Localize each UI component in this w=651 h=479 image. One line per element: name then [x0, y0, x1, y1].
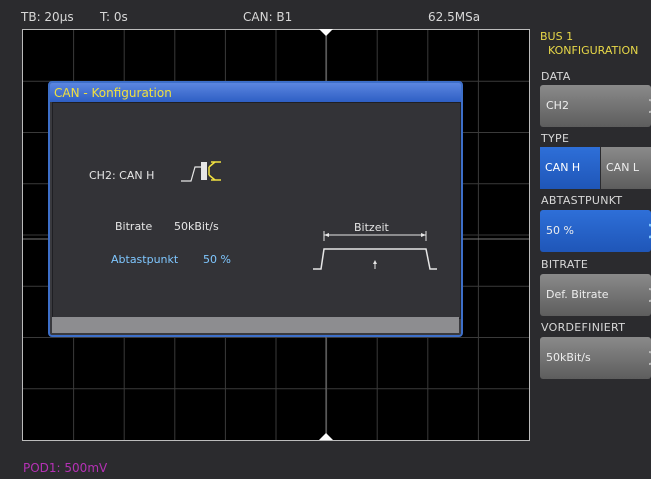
bitrate-text-value: 50kBit/s: [174, 220, 219, 233]
default-bitrate-label: Def. Bitrate: [546, 288, 609, 301]
bus-trigger-readout[interactable]: CAN: B1: [243, 10, 292, 24]
abtastpunkt-value: 50 %: [546, 224, 574, 237]
type-option-can-l-label: CAN L: [606, 161, 640, 174]
vordefiniert-button[interactable]: 50kBit/s: [540, 337, 651, 379]
vordefiniert-label: VORDEFINIERT: [541, 321, 626, 334]
trigger-time-readout[interactable]: T: 0s: [100, 10, 128, 24]
bitrate-label: BITRATE: [541, 258, 589, 271]
timebase-readout[interactable]: TB: 20µs: [21, 10, 74, 24]
probe-readout[interactable]: POD1: 500mV: [23, 461, 107, 475]
abtastpunkt-label: ABTASTPUNKT: [541, 194, 623, 207]
channel-label: CH2: CAN H: [89, 169, 155, 182]
abtastpunkt-button[interactable]: 50 %: [540, 210, 651, 252]
dialog-title-bar: CAN - Konfiguration: [50, 83, 461, 102]
type-option-can-l[interactable]: CAN L: [601, 147, 651, 189]
sample-rate-readout: 62.5MSa: [428, 10, 481, 24]
ground-marker: [319, 433, 333, 440]
dialog-title: CAN - Konfiguration: [54, 86, 172, 100]
menu-title: BUS 1 KONFIGURATION: [540, 30, 638, 58]
can-config-dialog: CAN - Konfiguration CH2: CAN H Bitrate 5…: [48, 81, 463, 337]
status-bar: TB: 20µs T: 0s CAN: B1 62.5MSa: [0, 0, 537, 28]
data-label: DATA: [541, 70, 571, 83]
type-selector: CAN H CAN L: [540, 147, 651, 189]
bit-timing-diagram: [313, 231, 437, 270]
menu-title-line1: BUS 1: [540, 30, 574, 43]
rotary-knob-icon: [648, 351, 651, 365]
menu-title-line2: KONFIGURATION: [548, 44, 639, 57]
type-option-can-h-label: CAN H: [545, 161, 581, 174]
rotary-knob-icon: [648, 99, 651, 113]
rotary-knob-icon: [648, 288, 651, 302]
type-option-can-h[interactable]: CAN H: [540, 147, 600, 189]
trigger-position-marker[interactable]: [319, 29, 333, 37]
type-label: TYPE: [541, 132, 570, 145]
data-value: CH2: [546, 99, 569, 112]
dialog-footer: [52, 317, 459, 333]
data-button[interactable]: CH2: [540, 85, 651, 127]
vordefiniert-value: 50kBit/s: [546, 351, 591, 364]
rotary-knob-icon: [648, 223, 651, 239]
can-signal-icon: [181, 161, 221, 182]
sample-point-text-value: 50 %: [203, 253, 231, 266]
bitrate-text-label: Bitrate: [115, 220, 153, 233]
default-bitrate-button[interactable]: Def. Bitrate: [540, 274, 651, 316]
dialog-body: CH2: CAN H Bitrate 50kBit/s Abtastpunkt …: [52, 102, 461, 319]
sample-point-text-label: Abtastpunkt: [111, 253, 179, 266]
side-menu: BUS 1 KONFIGURATION DATA CH2 TYPE CAN H …: [538, 28, 651, 479]
